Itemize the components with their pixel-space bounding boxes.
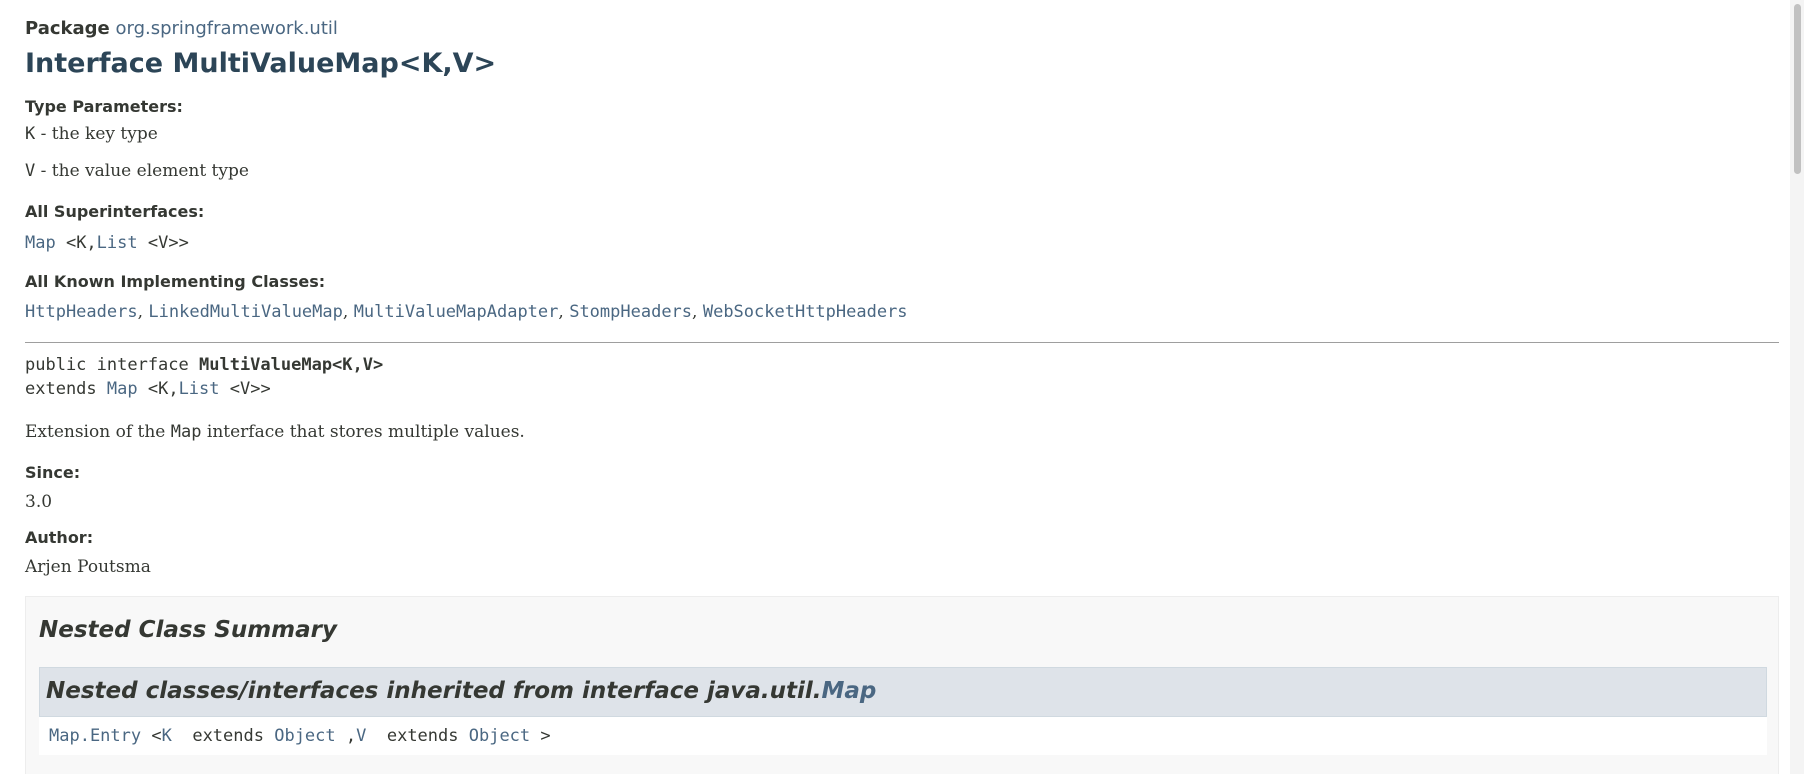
class-link-linkedmultivaluemap[interactable]: LinkedMultiValueMap: [148, 302, 342, 322]
list-separator: ,: [137, 302, 149, 322]
signature-list-link[interactable]: List: [179, 379, 220, 399]
entry-close-bracket: >: [530, 726, 551, 746]
class-link-websockethttpheaders[interactable]: WebSocketHttpHeaders: [703, 302, 908, 322]
type-parameter-desc: - the key type: [35, 124, 158, 144]
package-line: Package org.springframework.util: [25, 18, 338, 39]
vertical-scrollbar[interactable]: [1790, 0, 1804, 774]
signature-type-name: MultiValueMap<K,V>: [199, 355, 384, 375]
nested-class-summary: Nested Class Summary Nested classes/inte…: [25, 596, 1779, 774]
type-signature-line2: extends Map <K,List <V>>: [25, 379, 271, 399]
inherited-nested-title: Nested classes/interfaces inherited from…: [46, 678, 876, 704]
superinterface-map-link[interactable]: Map: [25, 233, 56, 253]
type-parameter-k: K - the key type: [25, 124, 158, 144]
class-link-stompheaders[interactable]: StompHeaders: [569, 302, 692, 322]
class-link-multivaluemapadapter[interactable]: MultiValueMapAdapter: [354, 302, 559, 322]
entry-open-bracket: <: [141, 726, 162, 746]
list-separator: ,: [342, 302, 354, 322]
entry-extends-1: extends: [171, 726, 275, 746]
superinterface-list-link[interactable]: List: [97, 233, 138, 253]
since-value: 3.0: [25, 492, 53, 512]
signature-map-link[interactable]: Map: [107, 379, 138, 399]
package-link[interactable]: org.springframework.util: [115, 18, 337, 39]
inherited-nested-body: Map.Entry <K extends Object ,V extends O…: [39, 717, 1767, 755]
entry-object-link-1[interactable]: Object: [274, 726, 335, 746]
type-parameter-desc: - the value element type: [35, 161, 249, 181]
entry-extends-2: extends: [366, 726, 469, 746]
entry-v-link[interactable]: V: [356, 726, 366, 746]
superinterface-generic-v: <V>>: [137, 233, 189, 253]
implementing-classes-list: HttpHeaders, LinkedMultiValueMap, MultiV…: [25, 302, 908, 322]
section-divider: [25, 342, 1779, 343]
type-parameter-v: V - the value element type: [25, 161, 249, 181]
description-text-end: interface that stores multiple values.: [201, 422, 525, 442]
signature-modifiers: public interface: [25, 355, 199, 375]
type-parameter-name: K: [25, 124, 36, 144]
inherited-nested-entry: Map.Entry <K extends Object ,V extends O…: [49, 726, 551, 746]
superinterfaces-value: Map <K,List <V>>: [25, 233, 189, 253]
page-title: Interface MultiValueMap<K,V>: [25, 48, 497, 79]
type-parameters-heading: Type Parameters:: [25, 97, 183, 116]
entry-comma: ,: [335, 726, 357, 746]
superinterface-generic-k: <K,: [55, 233, 97, 253]
description-text-start: Extension of the: [25, 422, 171, 442]
type-parameter-name: V: [25, 161, 36, 181]
signature-generic-k: <K,: [137, 379, 179, 399]
entry-object-link-2[interactable]: Object: [469, 726, 530, 746]
class-link-httpheaders[interactable]: HttpHeaders: [25, 302, 138, 322]
type-signature-line1: public interface MultiValueMap<K,V>: [25, 355, 383, 375]
author-heading: Author:: [25, 528, 94, 547]
signature-extends: extends: [25, 379, 107, 399]
inherited-nested-header: Nested classes/interfaces inherited from…: [39, 667, 1767, 717]
list-separator: ,: [558, 302, 570, 322]
implementing-classes-heading: All Known Implementing Classes:: [25, 272, 326, 291]
signature-generic-v: <V>>: [219, 379, 271, 399]
list-separator: ,: [692, 302, 703, 322]
inherited-map-link[interactable]: Map: [822, 678, 877, 704]
entry-k-link[interactable]: K: [162, 726, 172, 746]
type-description: Extension of the Map interface that stor…: [25, 422, 525, 442]
description-code: Map: [170, 422, 202, 442]
scrollbar-thumb[interactable]: [1794, 4, 1801, 174]
package-label: Package: [25, 18, 110, 39]
since-heading: Since:: [25, 463, 81, 482]
nested-class-summary-title: Nested Class Summary: [39, 617, 338, 643]
inherited-nested-prefix: Nested classes/interfaces inherited from…: [46, 678, 822, 704]
author-value: Arjen Poutsma: [25, 557, 151, 577]
map-entry-link[interactable]: Map.Entry: [49, 726, 141, 746]
superinterfaces-heading: All Superinterfaces:: [25, 202, 205, 221]
